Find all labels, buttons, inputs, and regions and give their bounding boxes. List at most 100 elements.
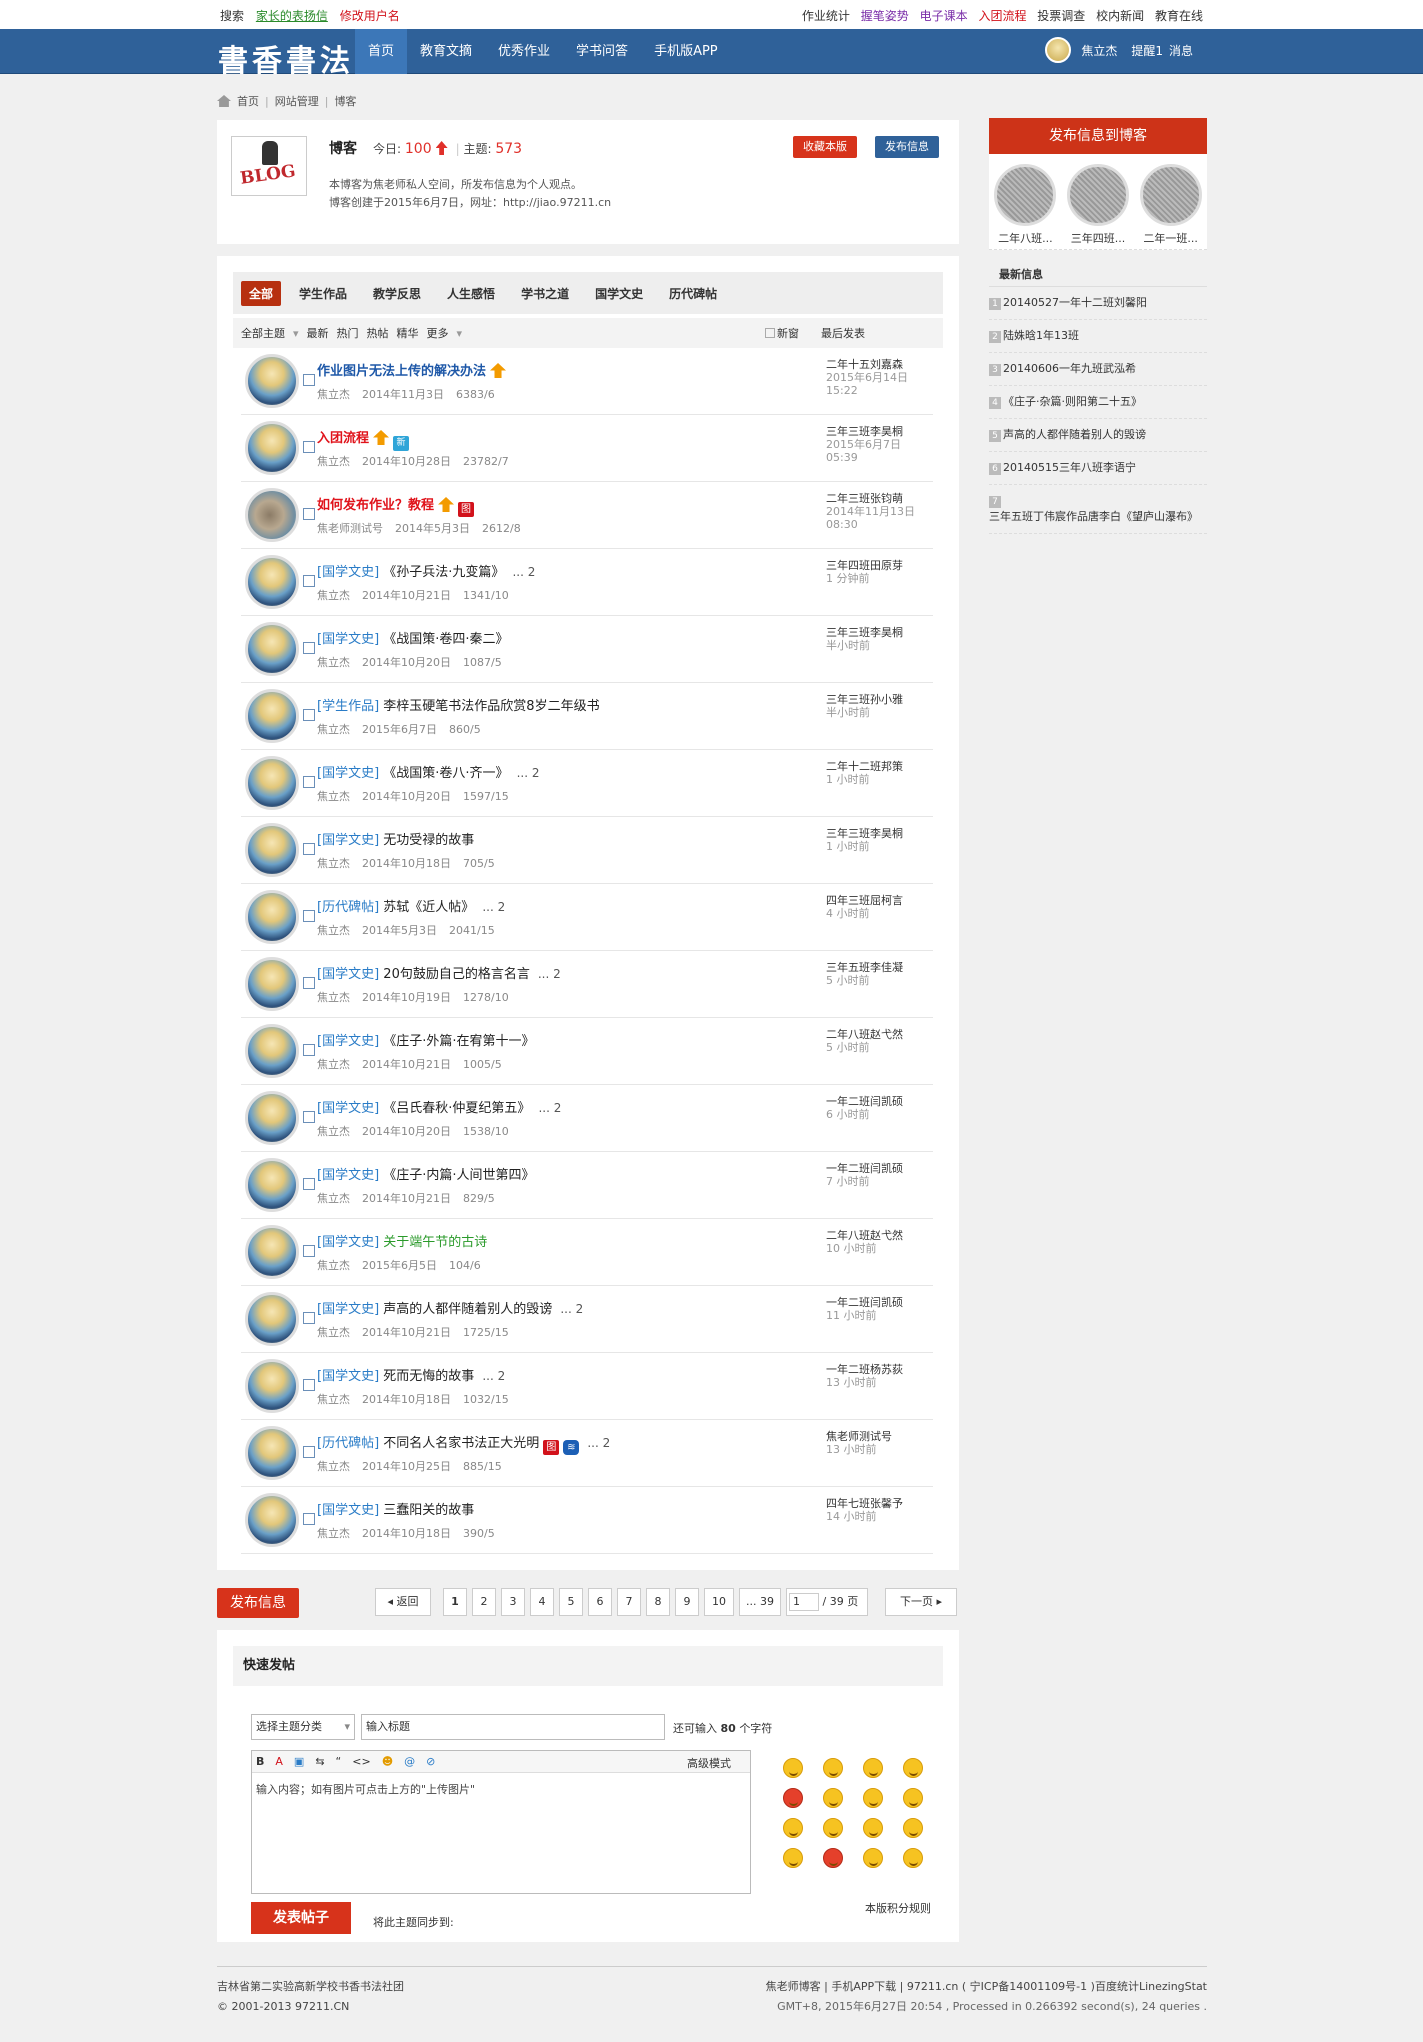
thumb-item[interactable]: 二年八班... <box>994 164 1057 249</box>
author-avatar[interactable] <box>245 890 299 944</box>
author-avatar[interactable] <box>245 1493 299 1547</box>
thread-checkbox[interactable] <box>303 508 315 520</box>
page-3[interactable]: 3 <box>501 1588 525 1616</box>
thread-author[interactable]: 焦立杰 <box>317 589 350 602</box>
sidebar-post-button[interactable]: 发布信息到博客 <box>989 118 1207 154</box>
thread-pages[interactable]: ... 2 <box>512 565 535 579</box>
last-user[interactable]: 四年七班张馨予 <box>826 1497 903 1510</box>
last-user[interactable]: 二年三班张钧萌 <box>826 492 903 505</box>
tab-calligraphy[interactable]: 学书之道 <box>513 281 577 306</box>
author-avatar[interactable] <box>245 1426 299 1480</box>
top-link-stats[interactable]: 作业统计 <box>802 9 850 23</box>
thread-checkbox[interactable] <box>303 910 315 922</box>
thread-tag[interactable]: [国学文史] <box>317 1302 379 1317</box>
home-icon[interactable] <box>217 95 231 107</box>
page-1[interactable]: 1 <box>443 1588 467 1616</box>
back-button[interactable]: ◂ 返回 <box>375 1588 431 1616</box>
attach-icon[interactable]: ⊘ <box>426 1755 435 1768</box>
thread-title[interactable]: 20句鼓励自己的格言名言 <box>383 967 530 982</box>
footer-links[interactable]: 焦老师博客 | 手机APP下载 | 97211.cn ( 宁ICP备140011… <box>766 1977 1207 1997</box>
crumb-admin[interactable]: 网站管理 <box>275 93 319 109</box>
filter-all[interactable]: 全部主题 <box>241 325 285 341</box>
thread-checkbox[interactable] <box>303 1312 315 1324</box>
last-user[interactable]: 三年三班孙小雅 <box>826 693 903 706</box>
smiley-icon[interactable] <box>823 1818 843 1838</box>
last-user[interactable]: 焦老师测试号 <box>826 1430 892 1443</box>
last-user[interactable]: 二年八班赵弋然 <box>826 1028 903 1041</box>
thread-title[interactable]: 《战国策·卷八·齐一》 <box>383 766 508 781</box>
next-button[interactable]: 下一页 ▸ <box>885 1588 957 1616</box>
thread-author[interactable]: 焦立杰 <box>317 1192 350 1205</box>
tab-student[interactable]: 学生作品 <box>291 281 355 306</box>
nav-item-qa[interactable]: 学书问答 <box>563 29 641 74</box>
last-user[interactable]: 一年二班杨苏荻 <box>826 1363 903 1376</box>
top-link-vote[interactable]: 投票调查 <box>1037 9 1085 23</box>
top-link-rename[interactable]: 修改用户名 <box>340 9 400 23</box>
author-avatar[interactable] <box>245 1024 299 1078</box>
smiley-icon[interactable] <box>823 1788 843 1808</box>
page-8[interactable]: 8 <box>646 1588 670 1616</box>
thread-tag[interactable]: [国学文史] <box>317 1369 379 1384</box>
last-user[interactable]: 二年十二班邦策 <box>826 760 903 773</box>
last-user[interactable]: 三年三班李昊桐 <box>826 626 903 639</box>
thread-title[interactable]: 如何发布作业？教程 <box>317 498 434 513</box>
thread-checkbox[interactable] <box>303 1111 315 1123</box>
author-avatar[interactable] <box>245 823 299 877</box>
filter-latest[interactable]: 最新 <box>307 325 329 341</box>
latest-item[interactable]: 2 陆姝晗1年13班 <box>989 320 1207 353</box>
top-link-posture[interactable]: 握笔姿势 <box>861 9 909 23</box>
thread-pages[interactable]: ... 2 <box>587 1436 610 1450</box>
thread-title[interactable]: 《孙子兵法·九变篇》 <box>383 565 504 580</box>
post-info-button[interactable]: 发布信息 <box>875 136 939 158</box>
content-textarea[interactable]: 输入内容；如有图片可点击上方的"上传图片" <box>252 1773 750 1805</box>
thread-tag[interactable]: [历代碑帖] <box>317 900 379 915</box>
code-icon[interactable]: <> <box>352 1755 370 1768</box>
thread-checkbox[interactable] <box>303 374 315 386</box>
thread-author[interactable]: 焦立杰 <box>317 723 350 736</box>
latest-title[interactable]: 20140527一年十二班刘馨阳 <box>1003 296 1147 309</box>
smiley-icon[interactable] <box>863 1758 883 1778</box>
author-avatar[interactable] <box>245 689 299 743</box>
latest-title[interactable]: 陆姝晗1年13班 <box>1003 329 1079 342</box>
thread-title[interactable]: 死而无悔的故事 <box>383 1369 474 1384</box>
last-user[interactable]: 四年三班屈柯言 <box>826 894 903 907</box>
points-rule-link[interactable]: 本版积分规则 <box>865 1900 931 1916</box>
thread-title[interactable]: 关于端午节的古诗 <box>383 1235 487 1250</box>
thread-author[interactable]: 焦立杰 <box>317 790 350 803</box>
latest-item[interactable]: 5 声高的人都伴随着别人的毁谤 <box>989 419 1207 452</box>
top-search-link[interactable]: 搜索 <box>220 9 244 23</box>
thread-author[interactable]: 焦立杰 <box>317 924 350 937</box>
thread-author[interactable]: 焦立杰 <box>317 455 350 468</box>
user-name[interactable]: 焦立杰 <box>1081 42 1117 59</box>
thread-checkbox[interactable] <box>303 1178 315 1190</box>
thread-tag[interactable]: [学生作品] <box>317 699 379 714</box>
page-9[interactable]: 9 <box>675 1588 699 1616</box>
author-avatar[interactable] <box>245 421 299 475</box>
latest-title[interactable]: 声高的人都伴随着别人的毁谤 <box>1003 428 1146 441</box>
smiley-icon[interactable] <box>823 1848 843 1868</box>
latest-item[interactable]: 3 20140606一年九班武泓希 <box>989 353 1207 386</box>
smiley-icon[interactable] <box>783 1758 803 1778</box>
site-logo[interactable]: 書香書法 <box>218 36 354 80</box>
author-avatar[interactable] <box>245 1292 299 1346</box>
thread-pages[interactable]: ... 2 <box>538 1101 561 1115</box>
nav-item-home[interactable]: 首页 <box>355 29 408 74</box>
top-link-textbook[interactable]: 电子课本 <box>920 9 968 23</box>
latest-title[interactable]: 20140515三年八班李语宁 <box>1003 461 1136 474</box>
thread-author[interactable]: 焦立杰 <box>317 1393 350 1406</box>
top-link-news[interactable]: 校内新闻 <box>1096 9 1144 23</box>
thread-pages[interactable]: ... 2 <box>517 766 540 780</box>
thread-title[interactable]: 《庄子·外篇·在宥第十一》 <box>383 1034 534 1049</box>
page-input[interactable]: 1 <box>789 1593 819 1611</box>
thread-title[interactable]: 三蠢阳关的故事 <box>383 1503 474 1518</box>
tab-life[interactable]: 人生感悟 <box>439 281 503 306</box>
thumb-item[interactable]: 二年一班... <box>1139 164 1202 249</box>
thread-author[interactable]: 焦立杰 <box>317 1460 350 1473</box>
thread-checkbox[interactable] <box>303 441 315 453</box>
latest-item[interactable]: 7 三年五班丁伟宸作品唐李白《望庐山瀑布》 <box>989 485 1207 534</box>
last-user[interactable]: 三年三班李昊桐 <box>826 425 903 438</box>
thread-title[interactable]: 《战国策·卷四·秦二》 <box>383 632 508 647</box>
image-icon[interactable]: ▣ <box>294 1755 304 1768</box>
last-user[interactable]: 二年八班赵弋然 <box>826 1229 903 1242</box>
new-window-toggle[interactable]: 新窗 <box>765 325 807 341</box>
